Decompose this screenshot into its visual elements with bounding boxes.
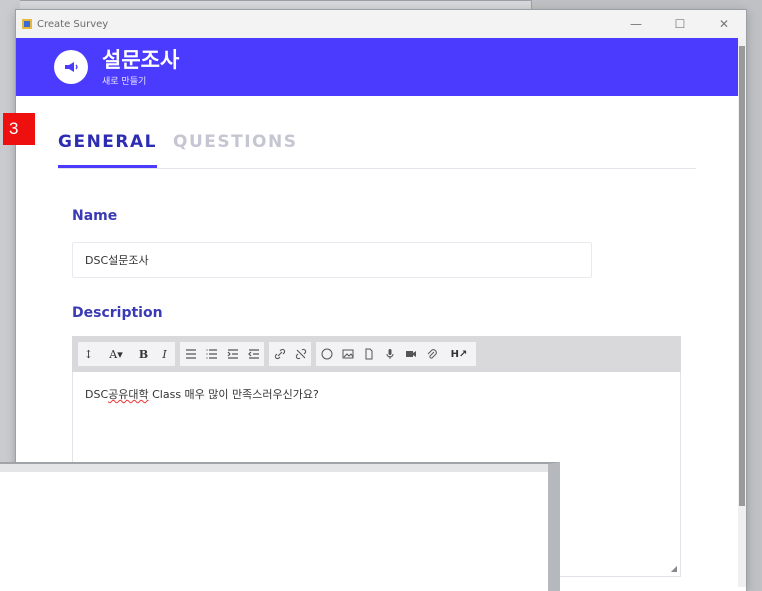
- bold-button[interactable]: B: [133, 342, 154, 366]
- description-label: Description: [72, 305, 163, 321]
- editor-toolbar: ↕ A▾ B I H↗: [72, 336, 681, 372]
- unlink-icon[interactable]: [290, 342, 311, 366]
- name-field[interactable]: DSC설문조사: [72, 242, 592, 278]
- tab-bar: GENERAL QUESTIONS: [58, 132, 696, 169]
- numbered-list-icon[interactable]: [201, 342, 222, 366]
- tab-questions[interactable]: QUESTIONS: [173, 132, 297, 168]
- resize-grip-icon[interactable]: ◢: [671, 564, 677, 573]
- emoji-icon[interactable]: [316, 342, 337, 366]
- toolbar-group-links: [269, 342, 311, 366]
- survey-header: 설문조사 새로 만들기: [16, 38, 746, 96]
- maximize-button[interactable]: ☐: [658, 17, 702, 31]
- video-icon[interactable]: [400, 342, 421, 366]
- microphone-icon[interactable]: [379, 342, 400, 366]
- image-icon[interactable]: [337, 342, 358, 366]
- vertical-scrollbar[interactable]: [738, 38, 746, 587]
- toolbar-group-font: ↕ A▾ B I: [78, 342, 175, 366]
- step-number-badge: 3: [3, 113, 35, 145]
- scrollbar-thumb[interactable]: [739, 46, 745, 506]
- window-title: Create Survey: [37, 18, 109, 30]
- indent-icon[interactable]: [222, 342, 243, 366]
- toolbar-group-media: H↗: [316, 342, 476, 366]
- overlapping-window-edge: [0, 464, 548, 472]
- font-color-button[interactable]: A▾: [99, 342, 133, 366]
- description-text-prefix: DSC: [85, 388, 109, 401]
- description-text-underlined: 공유대학: [108, 388, 149, 401]
- close-button[interactable]: ✕: [702, 17, 746, 31]
- tab-general[interactable]: GENERAL: [58, 132, 157, 168]
- italic-button[interactable]: I: [154, 342, 175, 366]
- header-subtitle: 새로 만들기: [102, 76, 147, 87]
- minimize-button[interactable]: —: [614, 17, 658, 31]
- header-title: 설문조사: [102, 47, 180, 72]
- attachment-icon[interactable]: [421, 342, 442, 366]
- link-icon[interactable]: [269, 342, 290, 366]
- bullet-list-icon[interactable]: [180, 342, 201, 366]
- heading-button[interactable]: H↗: [442, 342, 476, 366]
- app-icon: [22, 19, 32, 29]
- outdent-icon[interactable]: [243, 342, 264, 366]
- font-size-button[interactable]: ↕: [78, 342, 99, 366]
- name-label: Name: [72, 208, 118, 224]
- file-icon[interactable]: [358, 342, 379, 366]
- description-text-suffix: Class 매우 많이 만족스러우신가요?: [148, 388, 319, 401]
- overlapping-window: [0, 462, 560, 591]
- toolbar-group-lists: [180, 342, 264, 366]
- title-bar: Create Survey — ☐ ✕: [16, 10, 746, 38]
- megaphone-icon: [54, 50, 88, 84]
